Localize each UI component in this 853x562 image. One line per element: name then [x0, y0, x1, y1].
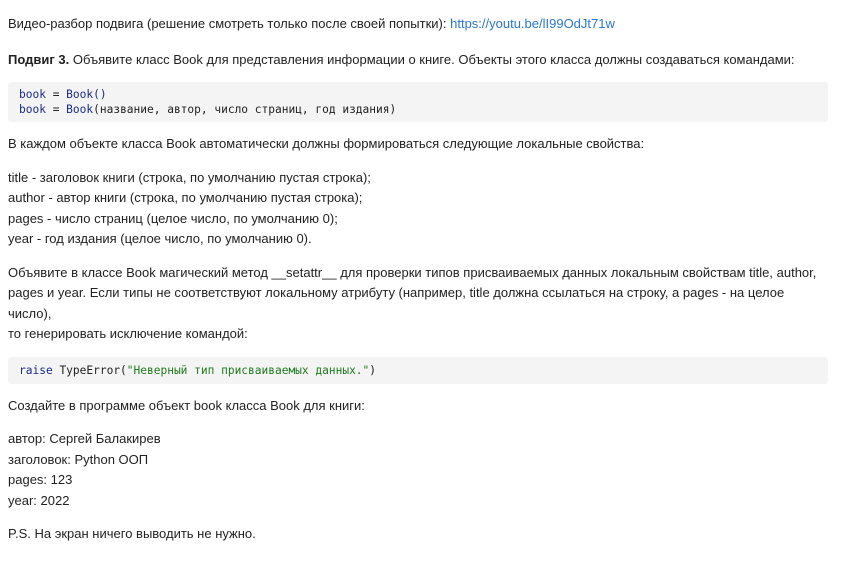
task-label: Подвиг 3.	[8, 51, 70, 67]
book-info-item: pages: 123	[8, 472, 73, 487]
task-content: Видео-разбор подвига (решение смотреть т…	[8, 14, 828, 545]
book-info-item: year: 2022	[8, 492, 70, 508]
book-info-item: автор: Сергей Балакирев	[8, 431, 161, 446]
setattr-line: то генерировать исключение командой:	[8, 326, 248, 341]
ps-note: P.S. На экран ничего выводить не нужно.	[8, 526, 256, 541]
prop-item: author - автор книги (строка, по умолчан…	[8, 190, 363, 205]
prop-item: pages - число страниц (целое число, по у…	[8, 210, 338, 226]
code-exception: TypeError(	[59, 363, 127, 377]
book-info-list: автор: Сергей Балакирев заголовок: Pytho…	[8, 429, 828, 511]
setattr-line: pages и year. Если типы не соответствуют…	[8, 285, 785, 321]
code-line: book = Book()	[19, 88, 107, 101]
video-prefix: Видео-разбор подвига (решение смотреть т…	[8, 16, 451, 31]
code-line: book = Book(название, автор, число стран…	[19, 103, 397, 116]
code-block-raise: raise TypeError("Неверный тип присваивае…	[8, 356, 828, 384]
code-block-constructor: book = Book() book = Book(название, автор…	[8, 82, 828, 122]
code-string: "Неверный тип присваиваемых данных."	[126, 363, 370, 377]
video-line: Видео-разбор подвига (решение смотреть т…	[8, 14, 828, 35]
prop-item: year - год издания (целое число, по умол…	[8, 231, 312, 246]
setattr-paragraph: Объявите в классе Book магический метод …	[8, 263, 828, 345]
create-intro: Создайте в программе объект book класса …	[8, 397, 365, 413]
props-intro: В каждом объекте класса Book автоматичес…	[8, 136, 645, 151]
task-statement: Подвиг 3. Объявите класс Book для предст…	[8, 50, 828, 71]
prop-item: title - заголовок книги (строка, по умол…	[8, 169, 371, 185]
code-keyword: raise	[19, 363, 53, 377]
setattr-line: Объявите в классе Book магический метод …	[8, 264, 817, 280]
video-link[interactable]: https://youtu.be/lI99OdJt71w	[450, 16, 615, 31]
task-text: Объявите класс Book для представления ин…	[69, 51, 795, 67]
props-list: title - заголовок книги (строка, по умол…	[8, 168, 828, 250]
book-info-item: заголовок: Python ООП	[8, 451, 149, 467]
